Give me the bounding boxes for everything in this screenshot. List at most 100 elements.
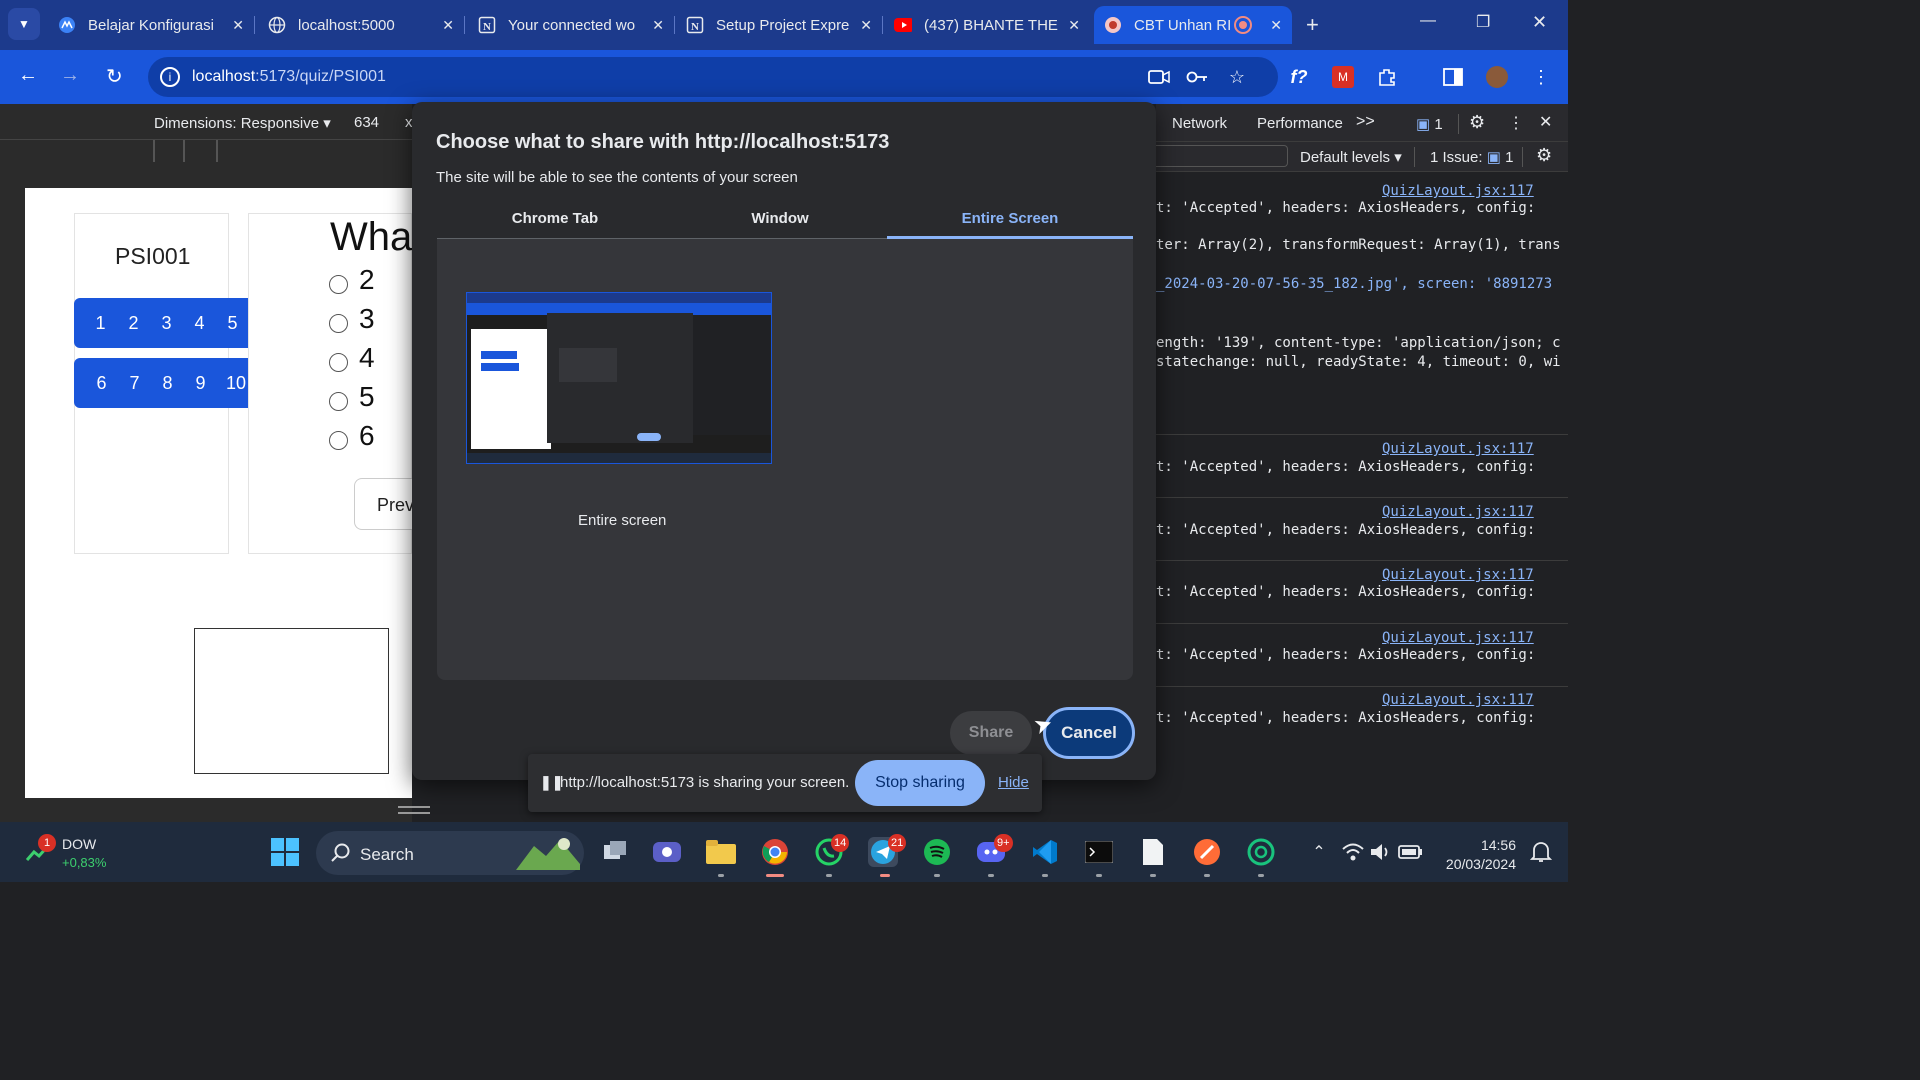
battery-icon[interactable] [1396, 837, 1426, 867]
browser-tab-0[interactable]: Belajar Konfigurasi ✕ [48, 6, 254, 44]
file-explorer-icon[interactable] [706, 837, 736, 867]
system-clock[interactable]: 14:56 20/03/2024 [1440, 836, 1516, 874]
source-link[interactable]: QuizLayout.jsx:117 [1382, 504, 1534, 520]
notepad-icon[interactable] [1138, 837, 1168, 867]
close-window-icon[interactable]: ✕ [1532, 12, 1547, 33]
share-button[interactable]: Share [950, 711, 1032, 755]
side-panel-icon[interactable] [1442, 66, 1464, 88]
issues-button[interactable]: 1 Issue: ▣ 1 [1430, 148, 1513, 166]
question-number-button[interactable]: 1 [84, 313, 117, 334]
question-number-button[interactable]: 8 [151, 373, 184, 394]
answer-option[interactable]: 4 [329, 342, 375, 374]
filter-input[interactable] [1156, 145, 1288, 167]
key-icon[interactable] [1186, 66, 1208, 88]
messages-counter[interactable]: ▣ 1 [1416, 115, 1443, 133]
close-icon[interactable]: ✕ [1068, 17, 1080, 34]
question-number-button[interactable]: 9 [184, 373, 217, 394]
close-icon[interactable]: ✕ [860, 17, 872, 34]
source-link[interactable]: QuizLayout.jsx:117 [1382, 630, 1534, 646]
radio-button[interactable] [329, 391, 348, 411]
camera-icon[interactable] [1148, 66, 1170, 88]
extensions-icon[interactable] [1376, 66, 1398, 88]
chatgpt-icon[interactable] [1246, 837, 1276, 867]
close-icon[interactable]: ✕ [442, 17, 454, 34]
restore-icon[interactable]: ❐ [1476, 12, 1490, 32]
screen-thumbnail[interactable] [466, 292, 772, 464]
source-link[interactable]: QuizLayout.jsx:117 [1382, 567, 1534, 583]
stock-name[interactable]: DOW [62, 836, 96, 852]
postman-icon[interactable] [1192, 837, 1222, 867]
terminal-icon[interactable] [1084, 837, 1114, 867]
question-number-button[interactable]: 5 [216, 313, 249, 334]
radio-button[interactable] [329, 352, 348, 372]
radio-button[interactable] [329, 313, 348, 333]
source-link[interactable]: QuizLayout.jsx:117 [1382, 692, 1534, 708]
close-icon[interactable]: ✕ [652, 17, 664, 34]
task-view-icon[interactable] [600, 837, 630, 867]
tab-search-button[interactable]: ▼ [8, 8, 40, 40]
tab-window[interactable]: Window [673, 210, 887, 227]
wifi-icon[interactable] [1338, 837, 1368, 867]
browser-tab-3[interactable]: N Setup Project Expre ✕ [676, 6, 882, 44]
spotify-icon[interactable] [922, 837, 952, 867]
profile-avatar[interactable] [1486, 66, 1508, 88]
log-levels-dropdown[interactable]: Default levels ▾ [1300, 148, 1402, 166]
menu-icon[interactable]: ⋮ [1530, 66, 1552, 88]
meet-icon[interactable] [652, 837, 682, 867]
question-number-button[interactable]: 3 [150, 313, 183, 334]
reload-icon[interactable]: ↻ [106, 64, 123, 89]
chevron-up-icon[interactable]: ⌃ [1304, 837, 1334, 867]
prev-button[interactable]: Prev [354, 478, 414, 530]
hide-link[interactable]: Hide [998, 774, 1029, 791]
question-number-button[interactable]: 4 [183, 313, 216, 334]
radio-button[interactable] [329, 274, 348, 294]
devtools-menu-icon[interactable]: ⋮ [1508, 113, 1524, 133]
close-icon[interactable]: ✕ [1270, 17, 1282, 34]
new-tab-icon[interactable]: + [1306, 12, 1319, 38]
tab-performance[interactable]: Performance [1257, 115, 1343, 132]
browser-tab-2[interactable]: N Your connected wo ✕ [468, 6, 674, 44]
dimensions-select[interactable]: Dimensions: Responsive ▾ [154, 114, 331, 132]
quiz-code: PSI001 [115, 243, 191, 269]
answer-option[interactable]: 3 [329, 303, 375, 335]
forward-icon[interactable]: → [60, 64, 80, 87]
browser-tab-1[interactable]: localhost:5000 ✕ [258, 6, 464, 44]
close-icon[interactable]: ✕ [232, 17, 244, 34]
settings-gear-icon[interactable]: ⚙ [1469, 112, 1485, 133]
resize-handle[interactable] [398, 806, 430, 814]
notification-bell-icon[interactable] [1526, 837, 1556, 867]
cancel-button[interactable]: Cancel [1043, 707, 1135, 759]
chrome-icon[interactable] [760, 837, 790, 867]
answer-option[interactable]: 6 [329, 420, 375, 452]
answer-option[interactable]: 2 [329, 264, 375, 296]
tab-chrome-tab[interactable]: Chrome Tab [437, 210, 673, 227]
answer-option[interactable]: 5 [329, 381, 375, 413]
question-number-button[interactable]: 6 [85, 373, 118, 394]
source-link[interactable]: QuizLayout.jsx:117 [1382, 183, 1534, 199]
source-link[interactable]: QuizLayout.jsx:117 [1382, 441, 1534, 457]
mendeley-extension-icon[interactable]: M [1332, 66, 1354, 88]
formula-extension-icon[interactable]: f? [1288, 66, 1310, 88]
address-bar[interactable]: i localhost:5173/quiz/PSI001 [148, 57, 1278, 97]
tab-network[interactable]: Network [1172, 115, 1227, 132]
back-icon[interactable]: ← [18, 64, 38, 87]
question-number-button[interactable]: 7 [118, 373, 151, 394]
tab-entire-screen[interactable]: Entire Screen [887, 210, 1133, 227]
vscode-icon[interactable] [1030, 837, 1060, 867]
stop-sharing-button[interactable]: Stop sharing [855, 760, 985, 806]
browser-tab-4[interactable]: (437) BHANTE THE ✕ [884, 6, 1090, 44]
volume-icon[interactable] [1366, 837, 1396, 867]
radio-button[interactable] [329, 430, 348, 450]
browser-tab-5[interactable]: CBT Unhan RI ✕ [1094, 6, 1292, 44]
minimize-icon[interactable]: — [1420, 12, 1436, 30]
close-devtools-icon[interactable]: ✕ [1539, 112, 1552, 132]
info-icon[interactable]: i [160, 67, 180, 87]
divider [1414, 147, 1415, 167]
windows-start-icon[interactable] [270, 837, 300, 867]
star-icon[interactable]: ☆ [1226, 66, 1248, 88]
width-field[interactable]: 634 [354, 114, 379, 131]
console-settings-icon[interactable]: ⚙ [1536, 145, 1552, 166]
more-tabs-button[interactable]: >> [1356, 113, 1375, 131]
question-number-button[interactable]: 2 [117, 313, 150, 334]
log-separator [1156, 623, 1568, 624]
